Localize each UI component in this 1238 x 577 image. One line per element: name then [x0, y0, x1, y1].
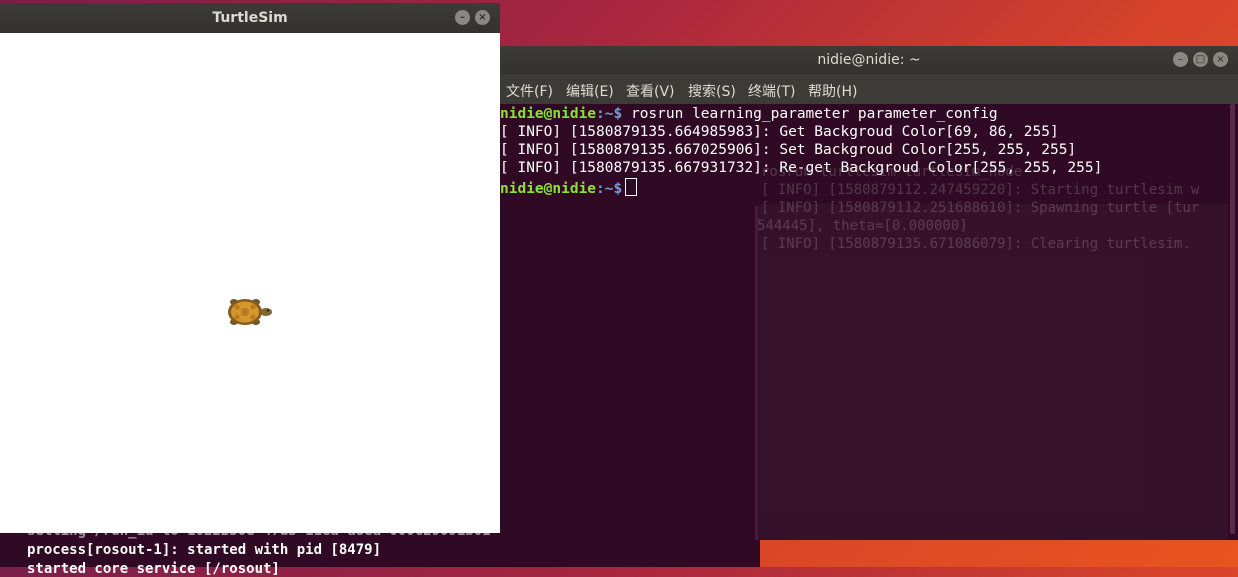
ghost-terminal: rosrun turtlesim turtlesim_node [ INFO] …: [757, 160, 1238, 540]
command-line: nidie@nidie:~$ rosrun learning_parameter…: [500, 106, 998, 122]
menu-help[interactable]: 帮助(H): [808, 81, 857, 101]
prompt-sep: :~$: [596, 106, 623, 122]
menu-edit[interactable]: 编辑(E): [566, 81, 614, 101]
turtlesim-title: TurtleSim: [212, 10, 288, 26]
menu-search[interactable]: 搜索(S): [688, 81, 736, 101]
command-text: rosrun learning_parameter parameter_conf…: [622, 106, 998, 122]
ghost-line: rosrun turtlesim turtlesim_node: [761, 164, 1023, 180]
menu-terminal[interactable]: 终端(T): [748, 81, 795, 101]
ghost-line: [ INFO] [1580879112.247459220]: Starting…: [761, 182, 1200, 198]
ghost-line: 544445], theta=[0.000000]: [757, 218, 968, 234]
menu-file[interactable]: 文件(F): [506, 81, 553, 101]
maximize-icon[interactable]: □: [1193, 52, 1208, 67]
terminal-title: nidie@nidie: ~: [817, 52, 921, 68]
turtlesim-window[interactable]: TurtleSim – ×: [0, 3, 500, 533]
ghost-line: [ INFO] [1580879112.251688610]: Spawning…: [761, 200, 1200, 216]
menu-view[interactable]: 查看(V): [626, 81, 675, 101]
terminal-titlebar[interactable]: nidie@nidie: ~ – □ ×: [500, 46, 1238, 74]
prompt-user: nidie@nidie: [500, 106, 597, 122]
turtle-icon: [228, 299, 272, 325]
output-line: [ INFO] [1580879135.667025906]: Set Back…: [500, 142, 1077, 158]
close-icon[interactable]: ×: [1213, 52, 1228, 67]
turtlesim-canvas: [0, 33, 500, 533]
minimize-icon[interactable]: –: [455, 10, 470, 25]
terminal-menubar: 文件(F) 编辑(E) 查看(V) 搜索(S) 终端(T) 帮助(H): [500, 74, 1238, 104]
bg-terminal-line: started core service [/rosout]: [27, 561, 280, 577]
text-cursor[interactable]: [625, 178, 638, 196]
prompt-sep: :~$: [596, 181, 623, 197]
bg-terminal-line: process[rosout-1]: started with pid [847…: [27, 542, 382, 558]
prompt-line: nidie@nidie:~$: [500, 178, 638, 197]
close-icon[interactable]: ×: [475, 10, 490, 25]
output-line: [ INFO] [1580879135.664985983]: Get Back…: [500, 124, 1059, 140]
ghost-line: [ INFO] [1580879135.671086079]: Clearing…: [761, 236, 1191, 252]
turtlesim-titlebar[interactable]: TurtleSim – ×: [0, 3, 500, 33]
minimize-icon[interactable]: –: [1173, 52, 1188, 67]
prompt-user: nidie@nidie: [500, 181, 597, 197]
